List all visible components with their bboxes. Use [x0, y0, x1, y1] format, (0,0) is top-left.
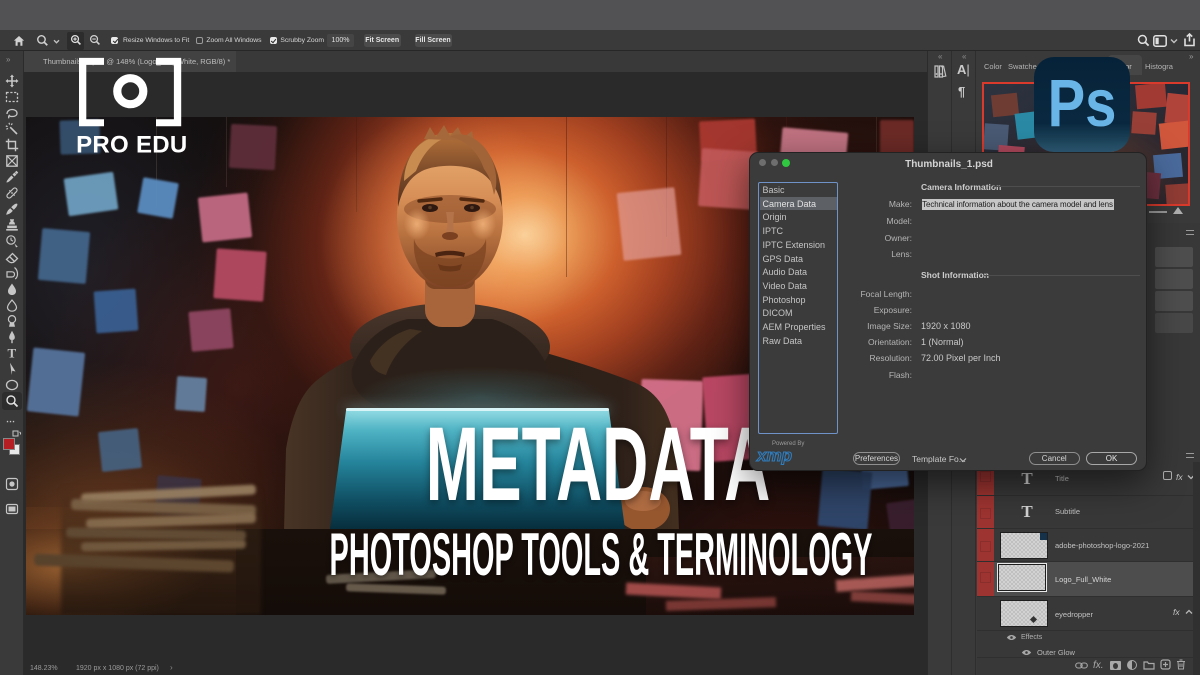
svg-text:T: T: [8, 346, 17, 360]
svg-text:PRO EDU: PRO EDU: [76, 132, 187, 159]
